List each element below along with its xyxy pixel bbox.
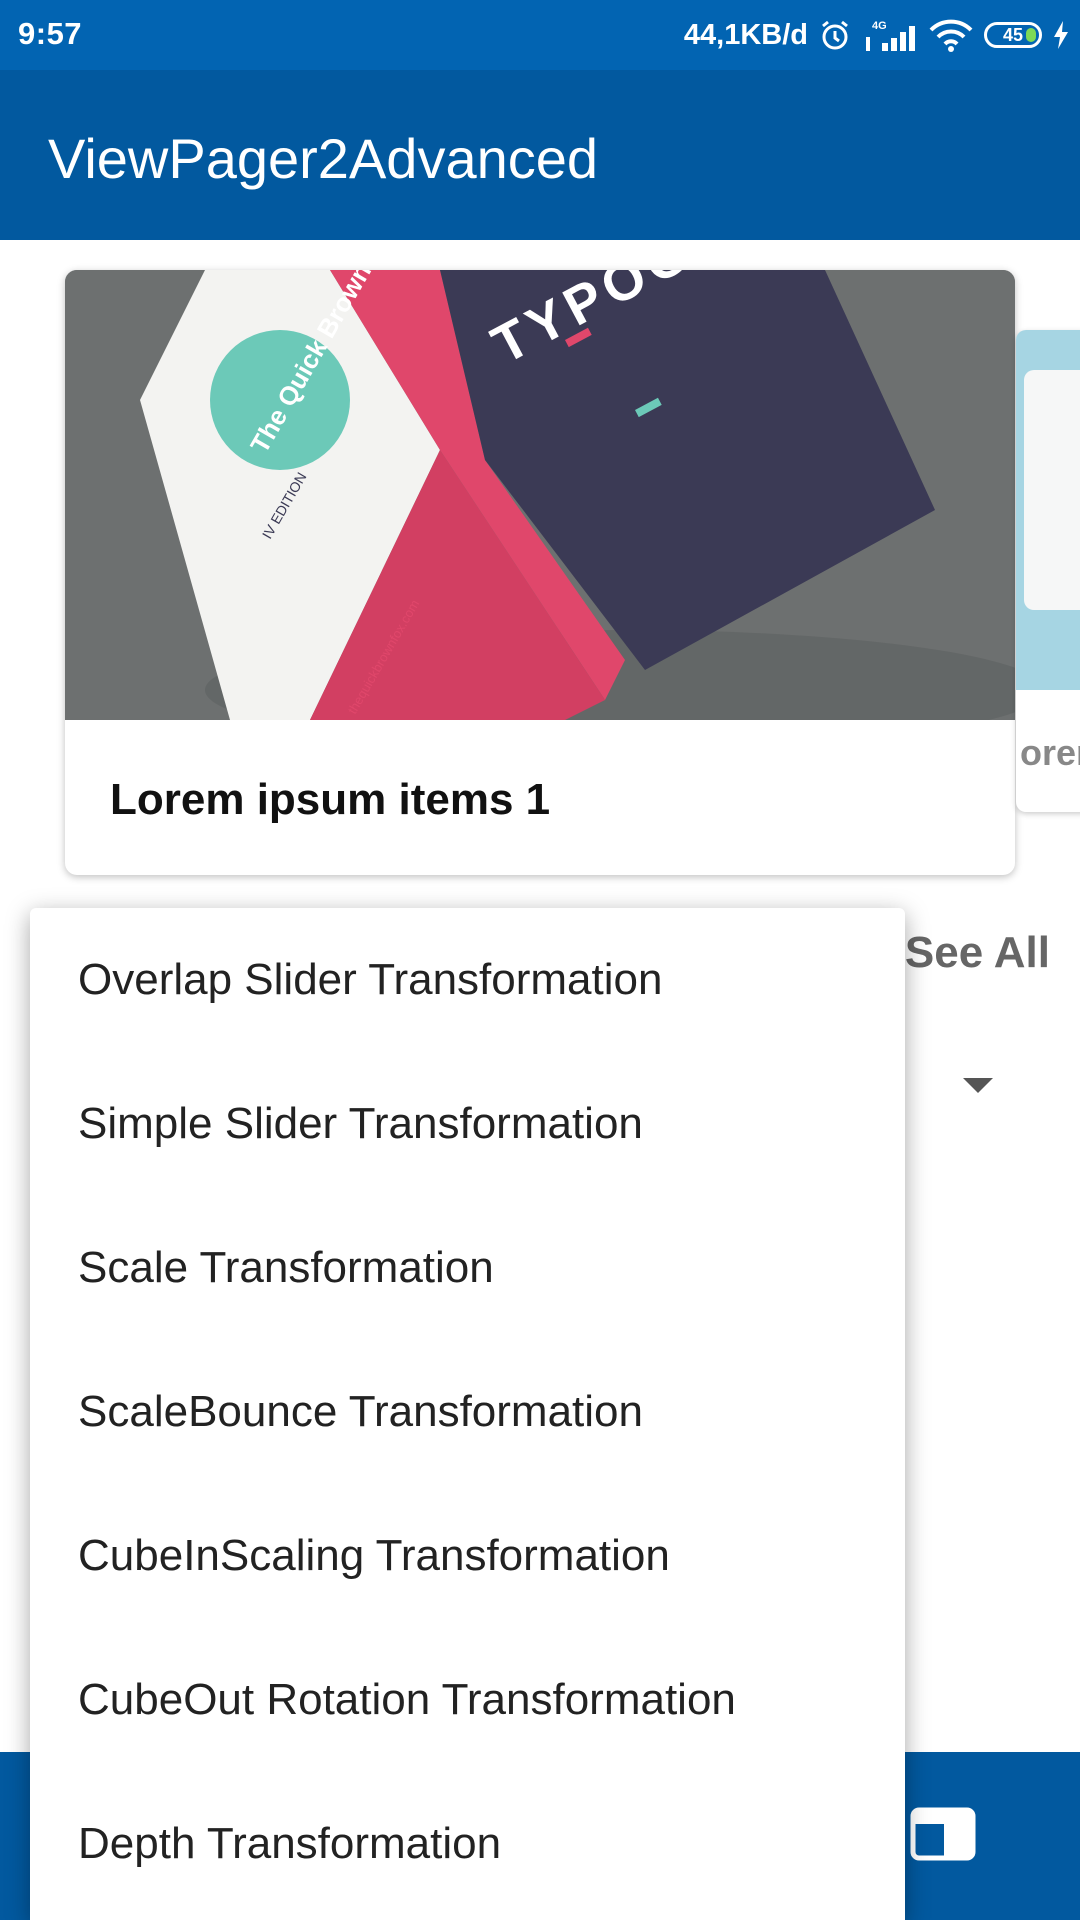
window-icon[interactable]: [910, 1807, 976, 1861]
battery-level: 45: [1002, 24, 1024, 45]
dropdown-arrow-icon[interactable]: [963, 1078, 993, 1093]
battery-icon: 45: [984, 22, 1042, 48]
menu-item-scale-bounce[interactable]: ScaleBounce Transformation: [30, 1340, 905, 1484]
alarm-icon: [818, 18, 852, 52]
charging-icon: [1052, 20, 1070, 50]
menu-item-scale[interactable]: Scale Transformation: [30, 1196, 905, 1340]
next-card-image-paper: [1024, 370, 1080, 610]
wifi-icon: [928, 18, 974, 52]
pager-card[interactable]: The Quick Brown Fox IV EDITION thequickb…: [65, 270, 1015, 875]
status-bar: 9:57 44,1KB/d 4G 45: [0, 0, 1080, 70]
menu-item-cube-out-rotation[interactable]: CubeOut Rotation Transformation: [30, 1628, 905, 1772]
see-all-link[interactable]: See All: [905, 928, 1050, 978]
network-speed: 44,1KB/d: [683, 18, 808, 51]
app-bar: ViewPager2Advanced: [0, 70, 1080, 240]
card-image: The Quick Brown Fox IV EDITION thequickb…: [65, 270, 1015, 720]
status-time: 9:57: [18, 16, 83, 51]
menu-item-overlap-slider[interactable]: Overlap Slider Transformation: [30, 908, 905, 1052]
menu-item-simple-slider[interactable]: Simple Slider Transformation: [30, 1052, 905, 1196]
network-type-label: 4G: [872, 20, 887, 32]
signal-icon: 4G: [862, 17, 918, 53]
menu-item-cube-in-scaling[interactable]: CubeInScaling Transformation: [30, 1484, 905, 1628]
next-card-title: orem: [1020, 732, 1080, 773]
next-pager-card[interactable]: orem: [1016, 330, 1080, 812]
menu-item-depth[interactable]: Depth Transformation: [30, 1772, 905, 1916]
app-title: ViewPager2Advanced: [48, 127, 599, 190]
transformation-dropdown-menu: Overlap Slider Transformation Simple Sli…: [30, 908, 905, 1920]
status-icons: 44,1KB/d 4G 45: [684, 12, 1070, 58]
card-title: Lorem ipsum items 1: [110, 775, 551, 824]
